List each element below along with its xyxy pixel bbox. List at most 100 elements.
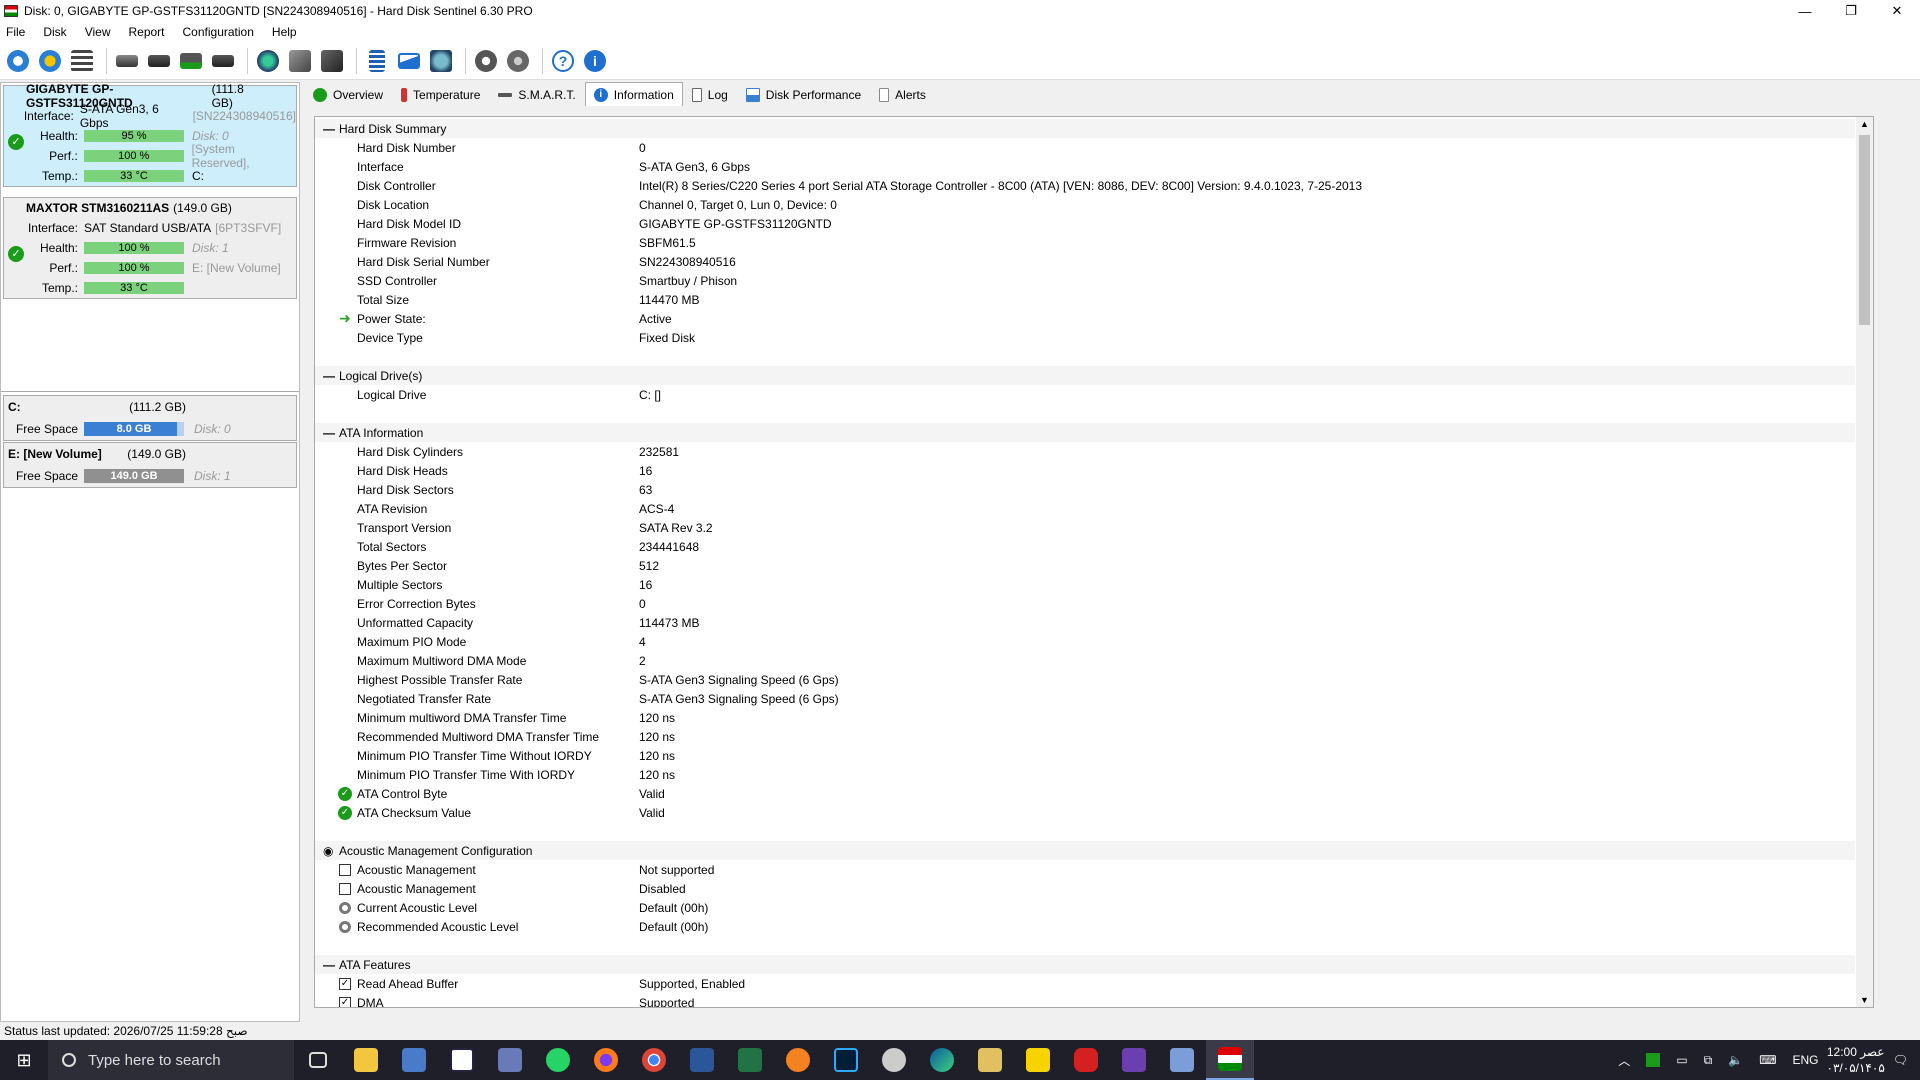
volume-c[interactable]: C: (111.2 GB) Free Space 8.0 GB Disk: 0 — [3, 395, 297, 441]
disk-search-button[interactable] — [209, 47, 237, 75]
tab-temperature[interactable]: Temperature — [392, 84, 489, 106]
acoustic-icon[interactable]: ◉ — [323, 844, 335, 858]
tab-log[interactable]: Log — [683, 84, 737, 106]
keyboard-tray-icon[interactable]: ⌨ — [1759, 1053, 1776, 1067]
taskbar-app-whatsapp[interactable] — [534, 1040, 582, 1080]
maximize-button[interactable]: ❐ — [1828, 0, 1874, 22]
health-bar: 100 % — [84, 242, 184, 254]
scroll-down-icon[interactable]: ▼ — [1860, 995, 1869, 1005]
taskbar-app-tool[interactable] — [486, 1040, 534, 1080]
refresh-warning-button[interactable] — [36, 47, 64, 75]
notification-icon[interactable]: 🗨 — [1893, 1053, 1908, 1067]
settings-button[interactable] — [472, 47, 500, 75]
mail-button[interactable] — [395, 47, 423, 75]
info-key: Power State: — [357, 311, 426, 326]
scroll-thumb[interactable] — [1859, 135, 1870, 325]
taskbar-app-explorer[interactable] — [342, 1040, 390, 1080]
photoshop-icon — [834, 1048, 858, 1072]
sync-tray-icon[interactable]: ⧉ — [1704, 1053, 1713, 1068]
tab-alerts[interactable]: Alerts — [870, 84, 935, 106]
info-row: Recommended Multiword DMA Transfer Time 1… — [315, 727, 1873, 746]
taskbar-app-word[interactable] — [678, 1040, 726, 1080]
network-tray-icon[interactable]: ▭ — [1676, 1053, 1687, 1067]
section-header[interactable]: ◉ Acoustic Management Configuration — [315, 841, 1855, 860]
info-button[interactable]: i — [581, 47, 609, 75]
disk-card-0[interactable]: GIGABYTE GP-GSTFS31120GNTD (111.8 GB) In… — [3, 82, 297, 187]
tab-overview[interactable]: Overview — [304, 84, 392, 106]
collapse-icon[interactable]: — — [323, 426, 335, 440]
collapse-icon[interactable]: — — [323, 958, 335, 972]
collapse-icon[interactable]: — — [323, 369, 335, 383]
network-button[interactable] — [427, 47, 455, 75]
menu-report[interactable]: Report — [128, 25, 164, 39]
help-button[interactable]: ? — [549, 47, 577, 75]
chart-icon — [745, 88, 760, 102]
tab-smart[interactable]: S.M.A.R.T. — [489, 84, 584, 106]
disk-tools-button[interactable] — [286, 47, 314, 75]
perf-extra: E: [New Volume] — [192, 261, 281, 275]
taskbar-app-bird[interactable] — [870, 1040, 918, 1080]
vertical-scrollbar[interactable]: ▲ ▼ — [1856, 117, 1873, 1007]
taskbar-app-firefox[interactable] — [582, 1040, 630, 1080]
menu-disk[interactable]: Disk — [43, 25, 66, 39]
menu-view[interactable]: View — [85, 25, 111, 39]
sound-button[interactable] — [504, 47, 532, 75]
disk-check-button[interactable] — [177, 47, 205, 75]
disk-clock-button[interactable] — [145, 47, 173, 75]
free-space-label: Free Space — [15, 469, 78, 483]
task-view-button[interactable] — [294, 1040, 342, 1080]
taskbar-app-vs[interactable] — [1110, 1040, 1158, 1080]
taskbar-app-calculator[interactable] — [390, 1040, 438, 1080]
tab-bar: Overview Temperature S.M.A.R.T. i Informa… — [304, 82, 935, 106]
section-header[interactable]: — Logical Drive(s) — [315, 366, 1855, 385]
row-spacer — [337, 198, 353, 212]
taskbar-app-eagle[interactable] — [966, 1040, 1014, 1080]
info-key: DMA — [357, 995, 384, 1008]
taskbar-app-excel[interactable] — [726, 1040, 774, 1080]
taskbar-app-notes[interactable] — [1014, 1040, 1062, 1080]
collapse-icon[interactable]: — — [323, 122, 335, 136]
taskbar-app-network[interactable] — [1158, 1040, 1206, 1080]
taskbar-app-edge[interactable] — [918, 1040, 966, 1080]
taskbar-app-orange[interactable] — [774, 1040, 822, 1080]
taskbar-app-chrome[interactable] — [630, 1040, 678, 1080]
language-indicator[interactable]: ENG — [1793, 1053, 1819, 1067]
info-row: Maximum PIO Mode 4 — [315, 632, 1873, 651]
menu-configuration[interactable]: Configuration — [183, 25, 254, 39]
taskbar-app-hdsentinel[interactable] — [1206, 1040, 1254, 1080]
taskbar-app-writer[interactable] — [438, 1040, 486, 1080]
section-header[interactable]: — ATA Features — [315, 955, 1855, 974]
disk-button[interactable] — [113, 47, 141, 75]
globe-button[interactable] — [254, 47, 282, 75]
section-header[interactable]: — Hard Disk Summary — [315, 119, 1855, 138]
tray-app-icon[interactable] — [1646, 1053, 1661, 1067]
tab-information[interactable]: i Information — [584, 82, 683, 106]
thermometer-icon — [401, 88, 408, 102]
clock[interactable]: 12:00 عصر ۰۳/۰۵/۱۴۰۵ — [1827, 1044, 1885, 1076]
info-row: Transport Version SATA Rev 3.2 — [315, 518, 1873, 537]
windows-icon: ⊞ — [16, 1049, 32, 1070]
toolbar: ? i — [0, 42, 1920, 80]
info-value: ACS-4 — [639, 501, 675, 516]
taskbar-search[interactable]: Type here to search — [48, 1040, 294, 1080]
word-icon — [690, 1048, 714, 1072]
perf-extra: [System Reserved], — [191, 142, 250, 170]
minimize-button[interactable]: — — [1782, 0, 1828, 22]
volume-e[interactable]: E: [New Volume] (149.0 GB) Free Space 14… — [3, 442, 297, 488]
start-button[interactable]: ⊞ — [0, 1040, 48, 1080]
taskbar-app-red[interactable] — [1062, 1040, 1110, 1080]
menu-file[interactable]: File — [6, 25, 25, 39]
refresh-button[interactable] — [4, 47, 32, 75]
close-button[interactable]: ✕ — [1874, 0, 1920, 22]
tab-disk-performance[interactable]: Disk Performance — [737, 84, 870, 106]
scroll-up-icon[interactable]: ▲ — [1860, 119, 1869, 129]
section-header[interactable]: — ATA Information — [315, 423, 1855, 442]
disk-list-button[interactable] — [68, 47, 96, 75]
report-button[interactable] — [363, 47, 391, 75]
taskbar-app-photoshop[interactable] — [822, 1040, 870, 1080]
disk-export-button[interactable] — [318, 47, 346, 75]
menu-help[interactable]: Help — [272, 25, 297, 39]
show-hidden-icons[interactable]: ︿ — [1618, 1052, 1630, 1069]
volume-tray-icon[interactable]: 🔈 — [1728, 1053, 1743, 1067]
disk-card-1[interactable]: MAXTOR STM3160211AS (149.0 GB) Interface… — [3, 197, 297, 299]
